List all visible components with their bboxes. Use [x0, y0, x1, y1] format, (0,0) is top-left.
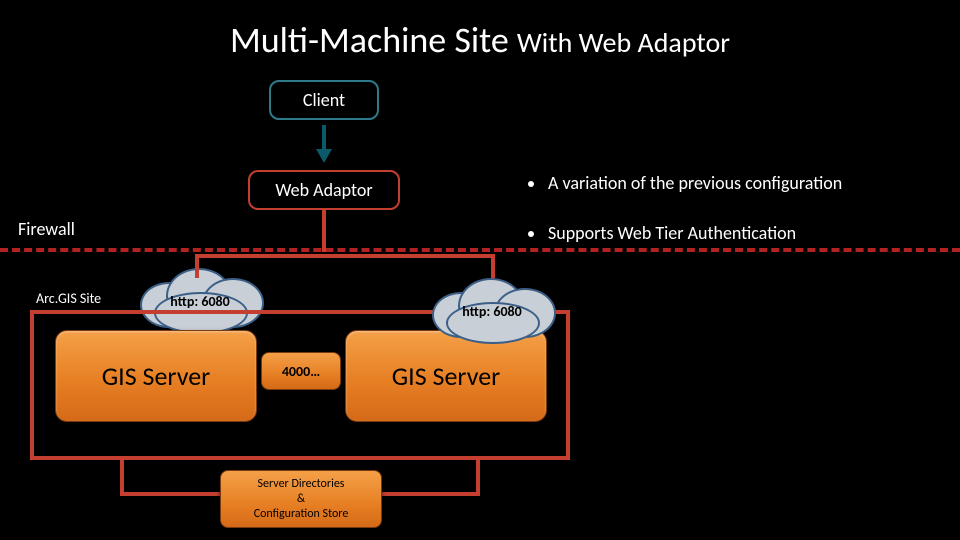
title-main: Multi-Machine Site: [230, 18, 517, 62]
client-node: Client: [269, 80, 379, 120]
directories-label: Server Directories & Configuration Store: [254, 477, 349, 522]
bullet-text: A variation of the previous configuratio…: [548, 172, 842, 194]
firewall-label: Firewall: [18, 218, 75, 240]
arrow-down-icon: [318, 125, 330, 165]
bullet-item: Supports Web Tier Authentication: [528, 222, 948, 244]
title-sub: With Web Adaptor: [517, 25, 730, 60]
port-label: 4000…: [282, 363, 320, 380]
web-adaptor-node: Web Adaptor: [248, 170, 400, 210]
site-frame: [30, 456, 570, 460]
connector-line: [322, 210, 326, 252]
site-frame: [566, 310, 570, 460]
bullet-dot-icon: [528, 181, 534, 187]
http-cloud-b: http: 6080: [432, 278, 552, 340]
slide-title: Multi-Machine Site With Web Adaptor: [0, 18, 960, 62]
gis-server-node-a: GIS Server: [55, 330, 257, 422]
port-badge: 4000…: [261, 352, 341, 390]
gis-server-label-b: GIS Server: [392, 360, 500, 392]
gis-server-node-b: GIS Server: [345, 330, 547, 422]
web-adaptor-label: Web Adaptor: [275, 179, 372, 201]
connector-line: [476, 456, 480, 496]
connector-line: [120, 492, 224, 496]
connector-line: [195, 254, 495, 258]
connector-line: [378, 492, 480, 496]
bullet-text: Supports Web Tier Authentication: [548, 222, 796, 244]
bullet-item: A variation of the previous configuratio…: [528, 172, 948, 194]
arcgis-site-label: Arc.GIS Site: [36, 290, 101, 307]
http-cloud-a: http: 6080: [140, 268, 260, 330]
diagram-stage: Multi-Machine Site With Web Adaptor Clie…: [0, 0, 960, 540]
site-frame: [30, 310, 34, 460]
gis-server-label-a: GIS Server: [102, 360, 210, 392]
http-label-b: http: 6080: [462, 299, 522, 320]
client-label: Client: [303, 89, 345, 111]
http-label-a: http: 6080: [170, 289, 230, 310]
bullet-list: A variation of the previous configuratio…: [528, 172, 948, 272]
connector-line: [120, 456, 124, 496]
directories-node: Server Directories & Configuration Store: [220, 470, 382, 528]
bullet-dot-icon: [528, 231, 534, 237]
connector-line: [195, 254, 199, 278]
